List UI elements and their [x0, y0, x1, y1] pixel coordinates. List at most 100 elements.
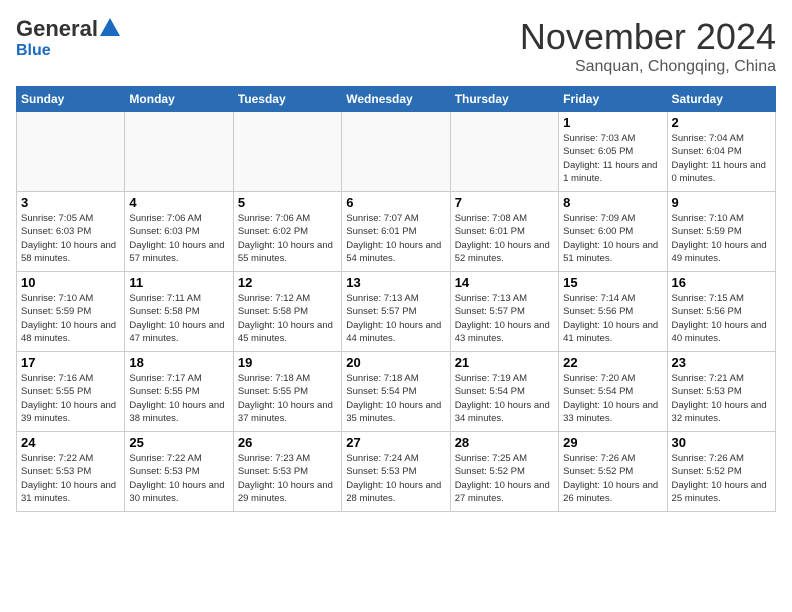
calendar-cell: 3 Sunrise: 7:05 AM Sunset: 6:03 PM Daylig… — [17, 192, 125, 272]
calendar-cell: 9 Sunrise: 7:10 AM Sunset: 5:59 PM Daylig… — [667, 192, 775, 272]
calendar-week-row: 17 Sunrise: 7:16 AM Sunset: 5:55 PM Dayli… — [17, 352, 776, 432]
day-number: 11 — [129, 275, 228, 290]
calendar-cell: 17 Sunrise: 7:16 AM Sunset: 5:55 PM Dayli… — [17, 352, 125, 432]
calendar-table: SundayMondayTuesdayWednesdayThursdayFrid… — [16, 86, 776, 512]
calendar-cell: 18Sunrise: 7:17 AM Sunset: 5:55 PM Dayli… — [125, 352, 233, 432]
day-number: 6 — [346, 195, 445, 210]
day-number: 1 — [563, 115, 662, 130]
day-info: Sunrise: 7:09 AM Sunset: 6:00 PM Dayligh… — [563, 212, 662, 265]
day-info: Sunrise: 7:18 AM Sunset: 5:55 PM Dayligh… — [238, 372, 337, 425]
day-info: Sunrise: 7:05 AM Sunset: 6:03 PM Dayligh… — [21, 212, 120, 265]
day-info: Sunrise: 7:18 AM Sunset: 5:54 PM Dayligh… — [346, 372, 445, 425]
calendar-cell: 27Sunrise: 7:24 AM Sunset: 5:53 PM Dayli… — [342, 432, 450, 512]
month-title: November 2024 — [520, 16, 776, 58]
day-number: 3 — [21, 195, 120, 210]
day-number: 18 — [129, 355, 228, 370]
day-number: 4 — [129, 195, 228, 210]
day-info: Sunrise: 7:13 AM Sunset: 5:57 PM Dayligh… — [346, 292, 445, 345]
day-info: Sunrise: 7:21 AM Sunset: 5:53 PM Dayligh… — [672, 372, 771, 425]
day-number: 17 — [21, 355, 120, 370]
day-info: Sunrise: 7:22 AM Sunset: 5:53 PM Dayligh… — [21, 452, 120, 505]
day-info: Sunrise: 7:10 AM Sunset: 5:59 PM Dayligh… — [21, 292, 120, 345]
calendar-cell — [233, 112, 341, 192]
day-info: Sunrise: 7:07 AM Sunset: 6:01 PM Dayligh… — [346, 212, 445, 265]
logo: General Blue — [16, 16, 120, 60]
day-info: Sunrise: 7:03 AM Sunset: 6:05 PM Dayligh… — [563, 132, 662, 185]
day-number: 25 — [129, 435, 228, 450]
calendar-cell: 30Sunrise: 7:26 AM Sunset: 5:52 PM Dayli… — [667, 432, 775, 512]
day-number: 7 — [455, 195, 554, 210]
day-number: 20 — [346, 355, 445, 370]
weekday-header-wednesday: Wednesday — [342, 87, 450, 112]
calendar-cell: 20 Sunrise: 7:18 AM Sunset: 5:54 PM Dayli… — [342, 352, 450, 432]
day-number: 24 — [21, 435, 120, 450]
logo-general-text: General — [16, 16, 98, 42]
calendar-week-row: 3 Sunrise: 7:05 AM Sunset: 6:03 PM Daylig… — [17, 192, 776, 272]
day-number: 15 — [563, 275, 662, 290]
day-info: Sunrise: 7:20 AM Sunset: 5:54 PM Dayligh… — [563, 372, 662, 425]
calendar-week-row: 10Sunrise: 7:10 AM Sunset: 5:59 PM Dayli… — [17, 272, 776, 352]
day-number: 29 — [563, 435, 662, 450]
weekday-header-friday: Friday — [559, 87, 667, 112]
day-number: 16 — [672, 275, 771, 290]
calendar-cell: 13 Sunrise: 7:13 AM Sunset: 5:57 PM Dayli… — [342, 272, 450, 352]
calendar-cell: 6 Sunrise: 7:07 AM Sunset: 6:01 PM Daylig… — [342, 192, 450, 272]
day-info: Sunrise: 7:06 AM Sunset: 6:02 PM Dayligh… — [238, 212, 337, 265]
calendar-cell: 23 Sunrise: 7:21 AM Sunset: 5:53 PM Dayli… — [667, 352, 775, 432]
day-info: Sunrise: 7:19 AM Sunset: 5:54 PM Dayligh… — [455, 372, 554, 425]
day-info: Sunrise: 7:06 AM Sunset: 6:03 PM Dayligh… — [129, 212, 228, 265]
calendar-cell: 26 Sunrise: 7:23 AM Sunset: 5:53 PM Dayli… — [233, 432, 341, 512]
day-info: Sunrise: 7:11 AM Sunset: 5:58 PM Dayligh… — [129, 292, 228, 345]
day-number: 23 — [672, 355, 771, 370]
calendar-cell: 19 Sunrise: 7:18 AM Sunset: 5:55 PM Dayli… — [233, 352, 341, 432]
calendar-cell — [17, 112, 125, 192]
title-area: November 2024 Sanquan, Chongqing, China — [520, 16, 776, 76]
day-number: 19 — [238, 355, 337, 370]
day-number: 27 — [346, 435, 445, 450]
calendar-cell: 1 Sunrise: 7:03 AM Sunset: 6:05 PM Daylig… — [559, 112, 667, 192]
calendar-cell: 5 Sunrise: 7:06 AM Sunset: 6:02 PM Daylig… — [233, 192, 341, 272]
day-info: Sunrise: 7:14 AM Sunset: 5:56 PM Dayligh… — [563, 292, 662, 345]
calendar-cell: 25Sunrise: 7:22 AM Sunset: 5:53 PM Dayli… — [125, 432, 233, 512]
calendar-cell: 28Sunrise: 7:25 AM Sunset: 5:52 PM Dayli… — [450, 432, 558, 512]
day-number: 21 — [455, 355, 554, 370]
day-info: Sunrise: 7:16 AM Sunset: 5:55 PM Dayligh… — [21, 372, 120, 425]
calendar-cell: 14Sunrise: 7:13 AM Sunset: 5:57 PM Dayli… — [450, 272, 558, 352]
location-text: Sanquan, Chongqing, China — [520, 58, 776, 76]
page-header: General Blue November 2024 Sanquan, Chon… — [16, 16, 776, 76]
calendar-cell — [342, 112, 450, 192]
day-info: Sunrise: 7:10 AM Sunset: 5:59 PM Dayligh… — [672, 212, 771, 265]
calendar-cell: 4 Sunrise: 7:06 AM Sunset: 6:03 PM Daylig… — [125, 192, 233, 272]
calendar-cell: 21 Sunrise: 7:19 AM Sunset: 5:54 PM Dayli… — [450, 352, 558, 432]
day-info: Sunrise: 7:04 AM Sunset: 6:04 PM Dayligh… — [672, 132, 771, 185]
day-info: Sunrise: 7:15 AM Sunset: 5:56 PM Dayligh… — [672, 292, 771, 345]
logo-triangle-icon — [100, 18, 120, 36]
calendar-cell — [450, 112, 558, 192]
day-number: 2 — [672, 115, 771, 130]
weekday-header-monday: Monday — [125, 87, 233, 112]
day-info: Sunrise: 7:26 AM Sunset: 5:52 PM Dayligh… — [563, 452, 662, 505]
day-number: 9 — [672, 195, 771, 210]
day-info: Sunrise: 7:23 AM Sunset: 5:53 PM Dayligh… — [238, 452, 337, 505]
day-number: 28 — [455, 435, 554, 450]
day-info: Sunrise: 7:26 AM Sunset: 5:52 PM Dayligh… — [672, 452, 771, 505]
calendar-cell: 12Sunrise: 7:12 AM Sunset: 5:58 PM Dayli… — [233, 272, 341, 352]
calendar-cell: 24 Sunrise: 7:22 AM Sunset: 5:53 PM Dayli… — [17, 432, 125, 512]
day-number: 26 — [238, 435, 337, 450]
weekday-header-tuesday: Tuesday — [233, 87, 341, 112]
calendar-cell: 22 Sunrise: 7:20 AM Sunset: 5:54 PM Dayli… — [559, 352, 667, 432]
day-info: Sunrise: 7:12 AM Sunset: 5:58 PM Dayligh… — [238, 292, 337, 345]
logo-blue-text: Blue — [16, 42, 51, 60]
weekday-header-thursday: Thursday — [450, 87, 558, 112]
calendar-cell: 11 Sunrise: 7:11 AM Sunset: 5:58 PM Dayli… — [125, 272, 233, 352]
calendar-week-row: 1 Sunrise: 7:03 AM Sunset: 6:05 PM Daylig… — [17, 112, 776, 192]
calendar-cell: 7Sunrise: 7:08 AM Sunset: 6:01 PM Daylig… — [450, 192, 558, 272]
weekday-header-sunday: Sunday — [17, 87, 125, 112]
day-number: 8 — [563, 195, 662, 210]
day-number: 22 — [563, 355, 662, 370]
day-number: 13 — [346, 275, 445, 290]
day-number: 5 — [238, 195, 337, 210]
calendar-week-row: 24 Sunrise: 7:22 AM Sunset: 5:53 PM Dayli… — [17, 432, 776, 512]
calendar-cell — [125, 112, 233, 192]
day-number: 14 — [455, 275, 554, 290]
